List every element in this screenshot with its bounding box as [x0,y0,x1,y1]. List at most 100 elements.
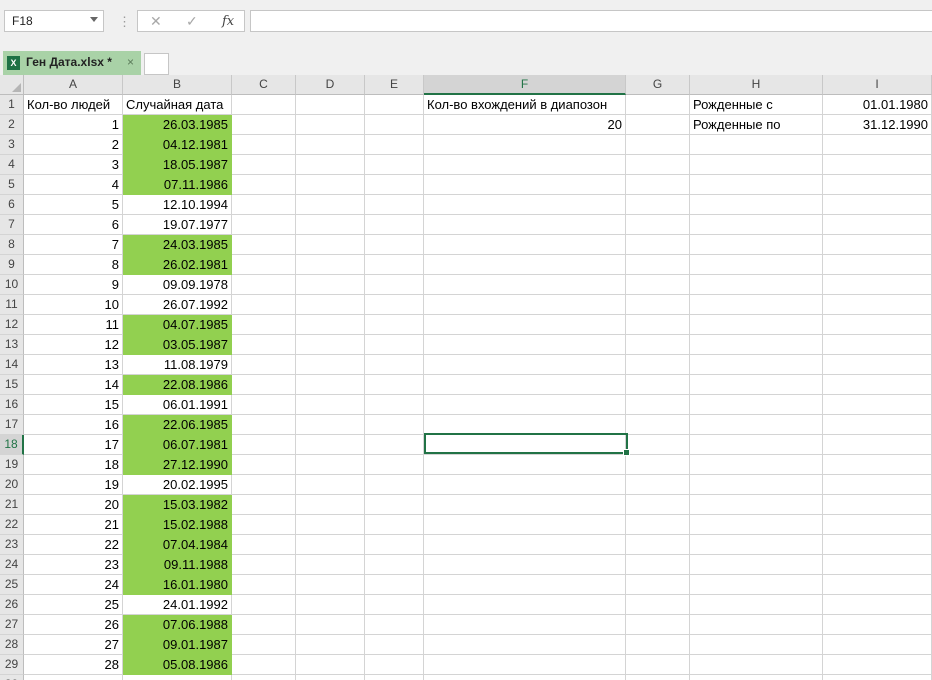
cell-a4[interactable]: 3 [24,155,123,175]
cell-f15[interactable] [424,375,626,395]
cell-d11[interactable] [296,295,365,315]
cell-a3[interactable]: 2 [24,135,123,155]
cell-b17[interactable]: 22.06.1985 [123,415,232,435]
cell-d27[interactable] [296,615,365,635]
cell-i3[interactable] [823,135,932,155]
cell-c16[interactable] [232,395,296,415]
row-header[interactable]: 16 [0,395,24,415]
cell-d22[interactable] [296,515,365,535]
column-header-h[interactable]: H [690,75,823,95]
cell-g3[interactable] [626,135,690,155]
cell-c12[interactable] [232,315,296,335]
cell-d4[interactable] [296,155,365,175]
cell-c26[interactable] [232,595,296,615]
row-header[interactable]: 13 [0,335,24,355]
cell-d2[interactable] [296,115,365,135]
cell-i22[interactable] [823,515,932,535]
cell-c1[interactable] [232,95,296,115]
cell-b26[interactable]: 24.01.1992 [123,595,232,615]
cell-g20[interactable] [626,475,690,495]
cell-b3[interactable]: 04.12.1981 [123,135,232,155]
cell-e15[interactable] [365,375,424,395]
cell-g29[interactable] [626,655,690,675]
cell-i18[interactable] [823,435,932,455]
cell-b5[interactable]: 07.11.1986 [123,175,232,195]
chevron-down-icon[interactable] [90,17,98,22]
cell-f2[interactable]: 20 [424,115,626,135]
cell-i5[interactable] [823,175,932,195]
cell-i2[interactable]: 31.12.1990 [823,115,932,135]
cell-b10[interactable]: 09.09.1978 [123,275,232,295]
row-header[interactable]: 22 [0,515,24,535]
row-header[interactable]: 28 [0,635,24,655]
cell-g8[interactable] [626,235,690,255]
cell-a19[interactable]: 18 [24,455,123,475]
cell-h23[interactable] [690,535,823,555]
cell-a15[interactable]: 14 [24,375,123,395]
cell-f6[interactable] [424,195,626,215]
cell-g1[interactable] [626,95,690,115]
cell-b6[interactable]: 12.10.1994 [123,195,232,215]
cell-h9[interactable] [690,255,823,275]
cell-b8[interactable]: 24.03.1985 [123,235,232,255]
cell-f21[interactable] [424,495,626,515]
cell-d26[interactable] [296,595,365,615]
cell-i10[interactable] [823,275,932,295]
cell-g24[interactable] [626,555,690,575]
row-header[interactable]: 25 [0,575,24,595]
close-icon[interactable]: × [127,55,134,69]
row-header[interactable]: 27 [0,615,24,635]
cell-a2[interactable]: 1 [24,115,123,135]
cell-c24[interactable] [232,555,296,575]
cell-c28[interactable] [232,635,296,655]
row-header[interactable]: 15 [0,375,24,395]
cell-f5[interactable] [424,175,626,195]
cell-e16[interactable] [365,395,424,415]
cell-a24[interactable]: 23 [24,555,123,575]
cell-f25[interactable] [424,575,626,595]
cell-e30[interactable] [365,675,424,680]
row-header[interactable]: 4 [0,155,24,175]
row-header[interactable]: 2 [0,115,24,135]
cell-d6[interactable] [296,195,365,215]
cell-c2[interactable] [232,115,296,135]
cell-i6[interactable] [823,195,932,215]
cell-d29[interactable] [296,655,365,675]
row-header[interactable]: 10 [0,275,24,295]
cell-h13[interactable] [690,335,823,355]
cell-h30[interactable] [690,675,823,680]
cell-f19[interactable] [424,455,626,475]
cell-b15[interactable]: 22.08.1986 [123,375,232,395]
cell-f28[interactable] [424,635,626,655]
cell-c25[interactable] [232,575,296,595]
cell-b29[interactable]: 05.08.1986 [123,655,232,675]
row-header[interactable]: 9 [0,255,24,275]
cell-h6[interactable] [690,195,823,215]
cell-g9[interactable] [626,255,690,275]
cell-e27[interactable] [365,615,424,635]
row-header[interactable]: 21 [0,495,24,515]
cell-g23[interactable] [626,535,690,555]
cell-f14[interactable] [424,355,626,375]
cell-h26[interactable] [690,595,823,615]
cell-f27[interactable] [424,615,626,635]
cell-g25[interactable] [626,575,690,595]
column-header-i[interactable]: I [823,75,932,95]
column-header-a[interactable]: A [24,75,123,95]
row-header[interactable]: 11 [0,295,24,315]
cell-g10[interactable] [626,275,690,295]
cell-i11[interactable] [823,295,932,315]
cell-d3[interactable] [296,135,365,155]
cell-b25[interactable]: 16.01.1980 [123,575,232,595]
row-header[interactable]: 24 [0,555,24,575]
cell-b24[interactable]: 09.11.1988 [123,555,232,575]
cell-a14[interactable]: 13 [24,355,123,375]
cell-h3[interactable] [690,135,823,155]
cell-b30[interactable] [123,675,232,680]
cell-d23[interactable] [296,535,365,555]
cell-b21[interactable]: 15.03.1982 [123,495,232,515]
cell-e1[interactable] [365,95,424,115]
cell-a13[interactable]: 12 [24,335,123,355]
cell-h16[interactable] [690,395,823,415]
cell-h11[interactable] [690,295,823,315]
